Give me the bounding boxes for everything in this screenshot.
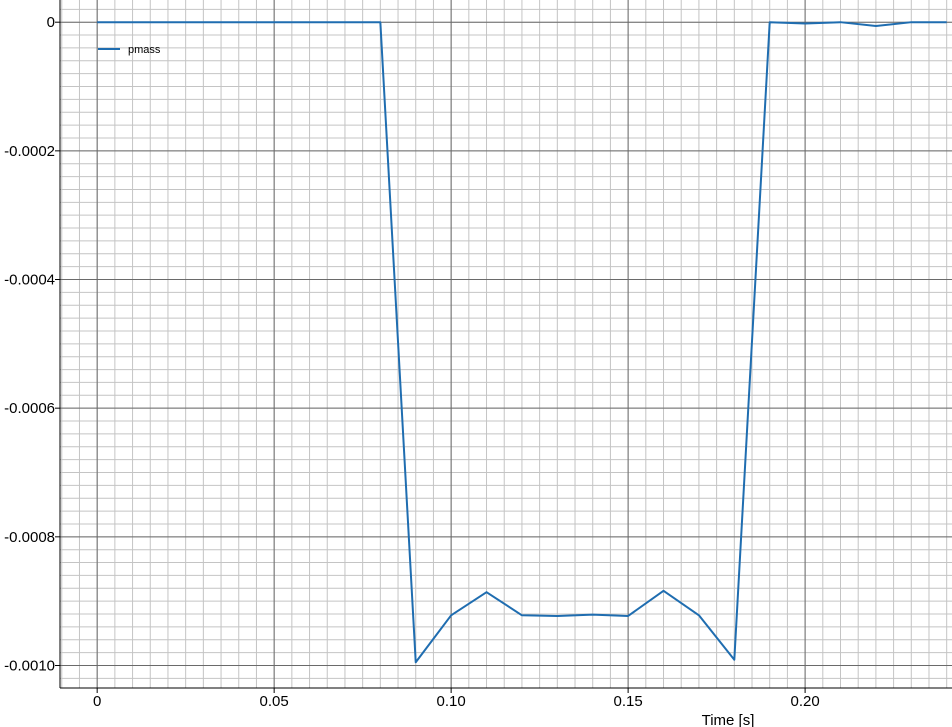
- minor-grid: [60, 0, 952, 688]
- x-tick-label: 0.05: [260, 693, 289, 710]
- y-tick-label: -0.0008: [4, 529, 55, 546]
- x-tick-label: 0.10: [437, 693, 466, 710]
- y-tick-label: 0: [47, 14, 55, 31]
- y-tick-label: -0.0006: [4, 400, 55, 417]
- x-axis-label: Time [s]: [702, 712, 755, 727]
- legend: pmass: [98, 44, 161, 56]
- x-tick-label: 0: [93, 693, 101, 710]
- legend-label-pmass: pmass: [128, 44, 161, 56]
- y-tick-label: -0.0010: [4, 657, 55, 674]
- y-tick-label: -0.0004: [4, 272, 55, 289]
- y-tick-label: -0.0002: [4, 143, 55, 160]
- x-tick-label: 0.15: [614, 693, 643, 710]
- x-tick-label: 0.20: [791, 693, 820, 710]
- axes: [55, 0, 952, 693]
- line-chart: 0 0.05 0.10 0.15 0.20 0 -0.0002 -0.0004 -0.0006 -…: [4, 0, 952, 727]
